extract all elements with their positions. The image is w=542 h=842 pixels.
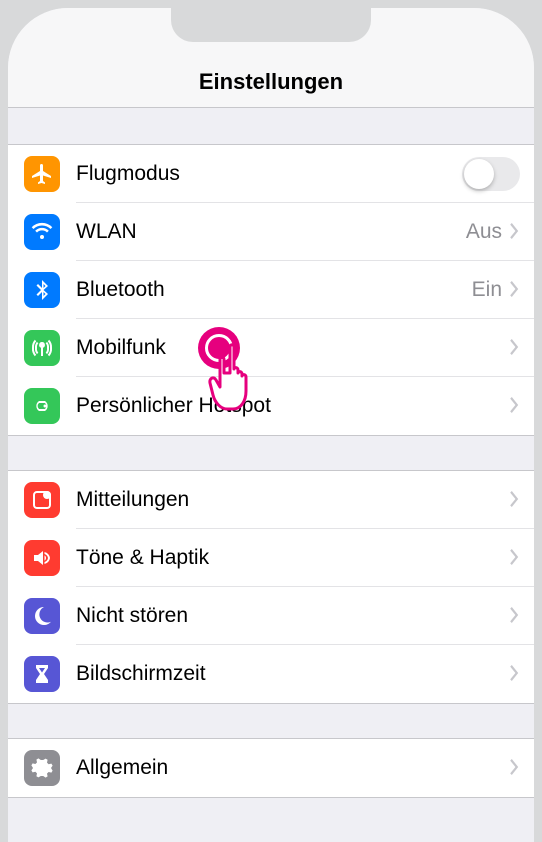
settings-row-bluetooth[interactable]: BluetoothEin (8, 261, 534, 319)
chevron-right-icon (510, 757, 520, 779)
moon-icon (24, 598, 60, 634)
row-value: Ein (472, 278, 502, 302)
settings-group: FlugmodusWLANAusBluetoothEinMobilfunkPer… (8, 144, 534, 436)
chevron-right-icon (510, 489, 520, 511)
settings-row-dnd[interactable]: Nicht stören (8, 587, 534, 645)
settings-row-cellular[interactable]: Mobilfunk (8, 319, 534, 377)
settings-row-airplane[interactable]: Flugmodus (8, 145, 534, 203)
chevron-right-icon (510, 395, 520, 417)
row-label: Töne & Haptik (76, 546, 510, 570)
settings-group: Mitteilungen Töne & Haptik Nicht stören Bil… (8, 470, 534, 704)
row-label: WLAN (76, 220, 466, 244)
sounds-icon (24, 540, 60, 576)
device-notch (171, 8, 371, 42)
bluetooth-icon (24, 272, 60, 308)
row-label: Allgemein (76, 756, 510, 780)
chevron-right-icon (510, 221, 520, 243)
settings-row-wifi[interactable]: WLANAus (8, 203, 534, 261)
gear-icon (24, 750, 60, 786)
settings-row-screentime[interactable]: Bildschirmzeit (8, 645, 534, 703)
row-label: Mobilfunk (76, 336, 510, 360)
row-label: Bildschirmzeit (76, 662, 510, 686)
section-spacer (8, 436, 534, 470)
settings-row-notifications[interactable]: Mitteilungen (8, 471, 534, 529)
settings-row-general[interactable]: Allgemein (8, 739, 534, 797)
row-label: Mitteilungen (76, 488, 510, 512)
section-spacer (8, 108, 534, 144)
chevron-right-icon (510, 663, 520, 685)
toggle-airplane[interactable] (462, 157, 520, 191)
row-value: Aus (466, 220, 502, 244)
chevron-right-icon (510, 547, 520, 569)
row-label: Flugmodus (76, 162, 462, 186)
chevron-right-icon (510, 605, 520, 627)
airplane-icon (24, 156, 60, 192)
notifications-icon (24, 482, 60, 518)
settings-screen: Einstellungen FlugmodusWLANAusBluetoothE… (8, 8, 534, 842)
row-label: Bluetooth (76, 278, 472, 302)
row-label: Nicht stören (76, 604, 510, 628)
page-title: Einstellungen (199, 69, 343, 95)
settings-row-hotspot[interactable]: Persönlicher Hotspot (8, 377, 534, 435)
chevron-right-icon (510, 279, 520, 301)
chevron-right-icon (510, 337, 520, 359)
row-label: Persönlicher Hotspot (76, 394, 510, 418)
settings-group: Allgemein (8, 738, 534, 798)
device-frame: Einstellungen FlugmodusWLANAusBluetoothE… (8, 8, 534, 842)
settings-row-sounds[interactable]: Töne & Haptik (8, 529, 534, 587)
cellular-icon (24, 330, 60, 366)
section-spacer (8, 704, 534, 738)
hotspot-icon (24, 388, 60, 424)
hourglass-icon (24, 656, 60, 692)
wifi-icon (24, 214, 60, 250)
